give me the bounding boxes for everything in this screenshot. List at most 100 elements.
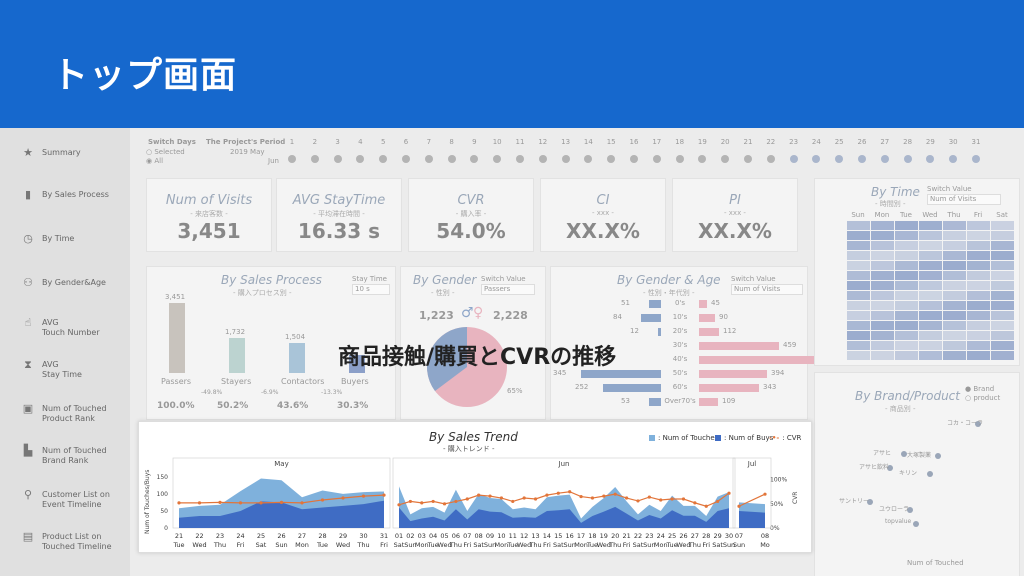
heatmap-cell[interactable]: [967, 281, 990, 290]
heatmap-cell[interactable]: [943, 331, 966, 340]
heatmap-cell[interactable]: [967, 231, 990, 240]
female-age-bar[interactable]: [699, 356, 819, 364]
heatmap-cell[interactable]: [919, 241, 942, 250]
heatmap-cell[interactable]: [871, 341, 894, 350]
heatmap-cell[interactable]: [943, 261, 966, 270]
female-age-bar[interactable]: [699, 398, 718, 406]
heatmap-cell[interactable]: [895, 301, 918, 310]
heatmap-cell[interactable]: [943, 281, 966, 290]
heatmap-cell[interactable]: [967, 221, 990, 230]
heatmap-cell[interactable]: [895, 261, 918, 270]
day-dot[interactable]: [424, 155, 433, 163]
heatmap-cell[interactable]: [991, 331, 1014, 340]
heatmap-cell[interactable]: [967, 251, 990, 260]
heatmap-cell[interactable]: [919, 321, 942, 330]
sidebar-item-6[interactable]: ▣ Num of Touched Product Rank: [22, 403, 127, 424]
heatmap-cell[interactable]: [847, 271, 870, 280]
heatmap-cell[interactable]: [943, 251, 966, 260]
heatmap-cell[interactable]: [991, 351, 1014, 360]
brand-point[interactable]: [913, 521, 919, 527]
heatmap-cell[interactable]: [943, 311, 966, 320]
heatmap-cell[interactable]: [967, 261, 990, 270]
heatmap-cell[interactable]: [895, 281, 918, 290]
female-age-bar[interactable]: [699, 370, 767, 378]
heatmap-cell[interactable]: [895, 331, 918, 340]
heatmap-cell[interactable]: [991, 221, 1014, 230]
heatmap-cell[interactable]: [847, 221, 870, 230]
sidebar-item-9[interactable]: ▤ Product List on Touched Timeline: [22, 531, 127, 552]
heatmap-cell[interactable]: [967, 341, 990, 350]
day-dot[interactable]: [812, 155, 821, 163]
process-bar[interactable]: [169, 303, 185, 373]
heatmap-cell[interactable]: [943, 271, 966, 280]
process-bar[interactable]: [289, 343, 305, 373]
heatmap-cell[interactable]: [943, 351, 966, 360]
heatmap-cell[interactable]: [895, 221, 918, 230]
heatmap-cell[interactable]: [871, 291, 894, 300]
day-dot[interactable]: [721, 155, 730, 163]
day-dot[interactable]: [675, 155, 684, 163]
sidebar-item-0[interactable]: ★ Summary: [22, 147, 127, 158]
day-dot[interactable]: [402, 155, 410, 163]
process-bar[interactable]: [229, 338, 245, 373]
day-dot[interactable]: [698, 155, 707, 163]
female-age-bar[interactable]: [699, 328, 719, 336]
day-dot[interactable]: [493, 155, 502, 163]
heatmap-cell[interactable]: [847, 331, 870, 340]
heatmap-cell[interactable]: [895, 251, 918, 260]
heatmap-cell[interactable]: [871, 281, 894, 290]
heatmap-cell[interactable]: [895, 271, 918, 280]
male-age-bar[interactable]: [658, 328, 661, 336]
sidebar-item-4[interactable]: ☝ AVG Touch Number: [22, 317, 127, 338]
heatmap-cell[interactable]: [967, 321, 990, 330]
day-dot[interactable]: [766, 155, 775, 163]
heatmap-cell[interactable]: [847, 291, 870, 300]
day-dot[interactable]: [310, 155, 319, 163]
heatmap-cell[interactable]: [919, 301, 942, 310]
heatmap-cell[interactable]: [847, 351, 870, 360]
day-dot[interactable]: [926, 155, 935, 163]
heatmap-cell[interactable]: [871, 251, 894, 260]
heatmap-cell[interactable]: [871, 271, 894, 280]
heatmap-cell[interactable]: [967, 351, 990, 360]
heatmap-cell[interactable]: [871, 311, 894, 320]
heatmap-cell[interactable]: [991, 291, 1014, 300]
female-age-bar[interactable]: [699, 314, 715, 322]
day-dot[interactable]: [561, 155, 570, 163]
heatmap-cell[interactable]: [871, 331, 894, 340]
day-dot[interactable]: [516, 155, 524, 163]
heatmap-cell[interactable]: [967, 291, 990, 300]
heatmap-cell[interactable]: [919, 261, 942, 270]
heatmap-cell[interactable]: [847, 281, 870, 290]
heatmap-cell[interactable]: [991, 281, 1014, 290]
day-dot[interactable]: [356, 155, 365, 163]
day-dot[interactable]: [470, 155, 479, 163]
day-dot[interactable]: [288, 155, 296, 163]
heatmap-cell[interactable]: [943, 301, 966, 310]
day-dot[interactable]: [379, 155, 388, 163]
heatmap-cell[interactable]: [991, 341, 1014, 350]
heatmap-cell[interactable]: [919, 231, 942, 240]
heatmap-cell[interactable]: [943, 231, 966, 240]
day-dot[interactable]: [744, 155, 752, 163]
heatmap-cell[interactable]: [895, 231, 918, 240]
heatmap-cell[interactable]: [871, 221, 894, 230]
heatmap-cell[interactable]: [991, 311, 1014, 320]
heatmap-cell[interactable]: [895, 341, 918, 350]
male-age-bar[interactable]: [603, 384, 661, 392]
sidebar-item-7[interactable]: ▙ Num of Touched Brand Rank: [22, 445, 127, 466]
heatmap-cell[interactable]: [871, 261, 894, 270]
heatmap-cell[interactable]: [919, 271, 942, 280]
day-dot[interactable]: [972, 155, 980, 163]
heatmap-cell[interactable]: [847, 311, 870, 320]
stay-time-select[interactable]: 10 s: [352, 284, 390, 295]
heatmap-cell[interactable]: [943, 291, 966, 300]
heatmap-cell[interactable]: [847, 251, 870, 260]
heatmap-cell[interactable]: [991, 261, 1014, 270]
female-age-bar[interactable]: [699, 342, 779, 350]
male-age-bar[interactable]: [581, 370, 661, 378]
heatmap-cell[interactable]: [847, 341, 870, 350]
heatmap-cell[interactable]: [919, 291, 942, 300]
heatmap-cell[interactable]: [919, 351, 942, 360]
heatmap-cell[interactable]: [871, 321, 894, 330]
